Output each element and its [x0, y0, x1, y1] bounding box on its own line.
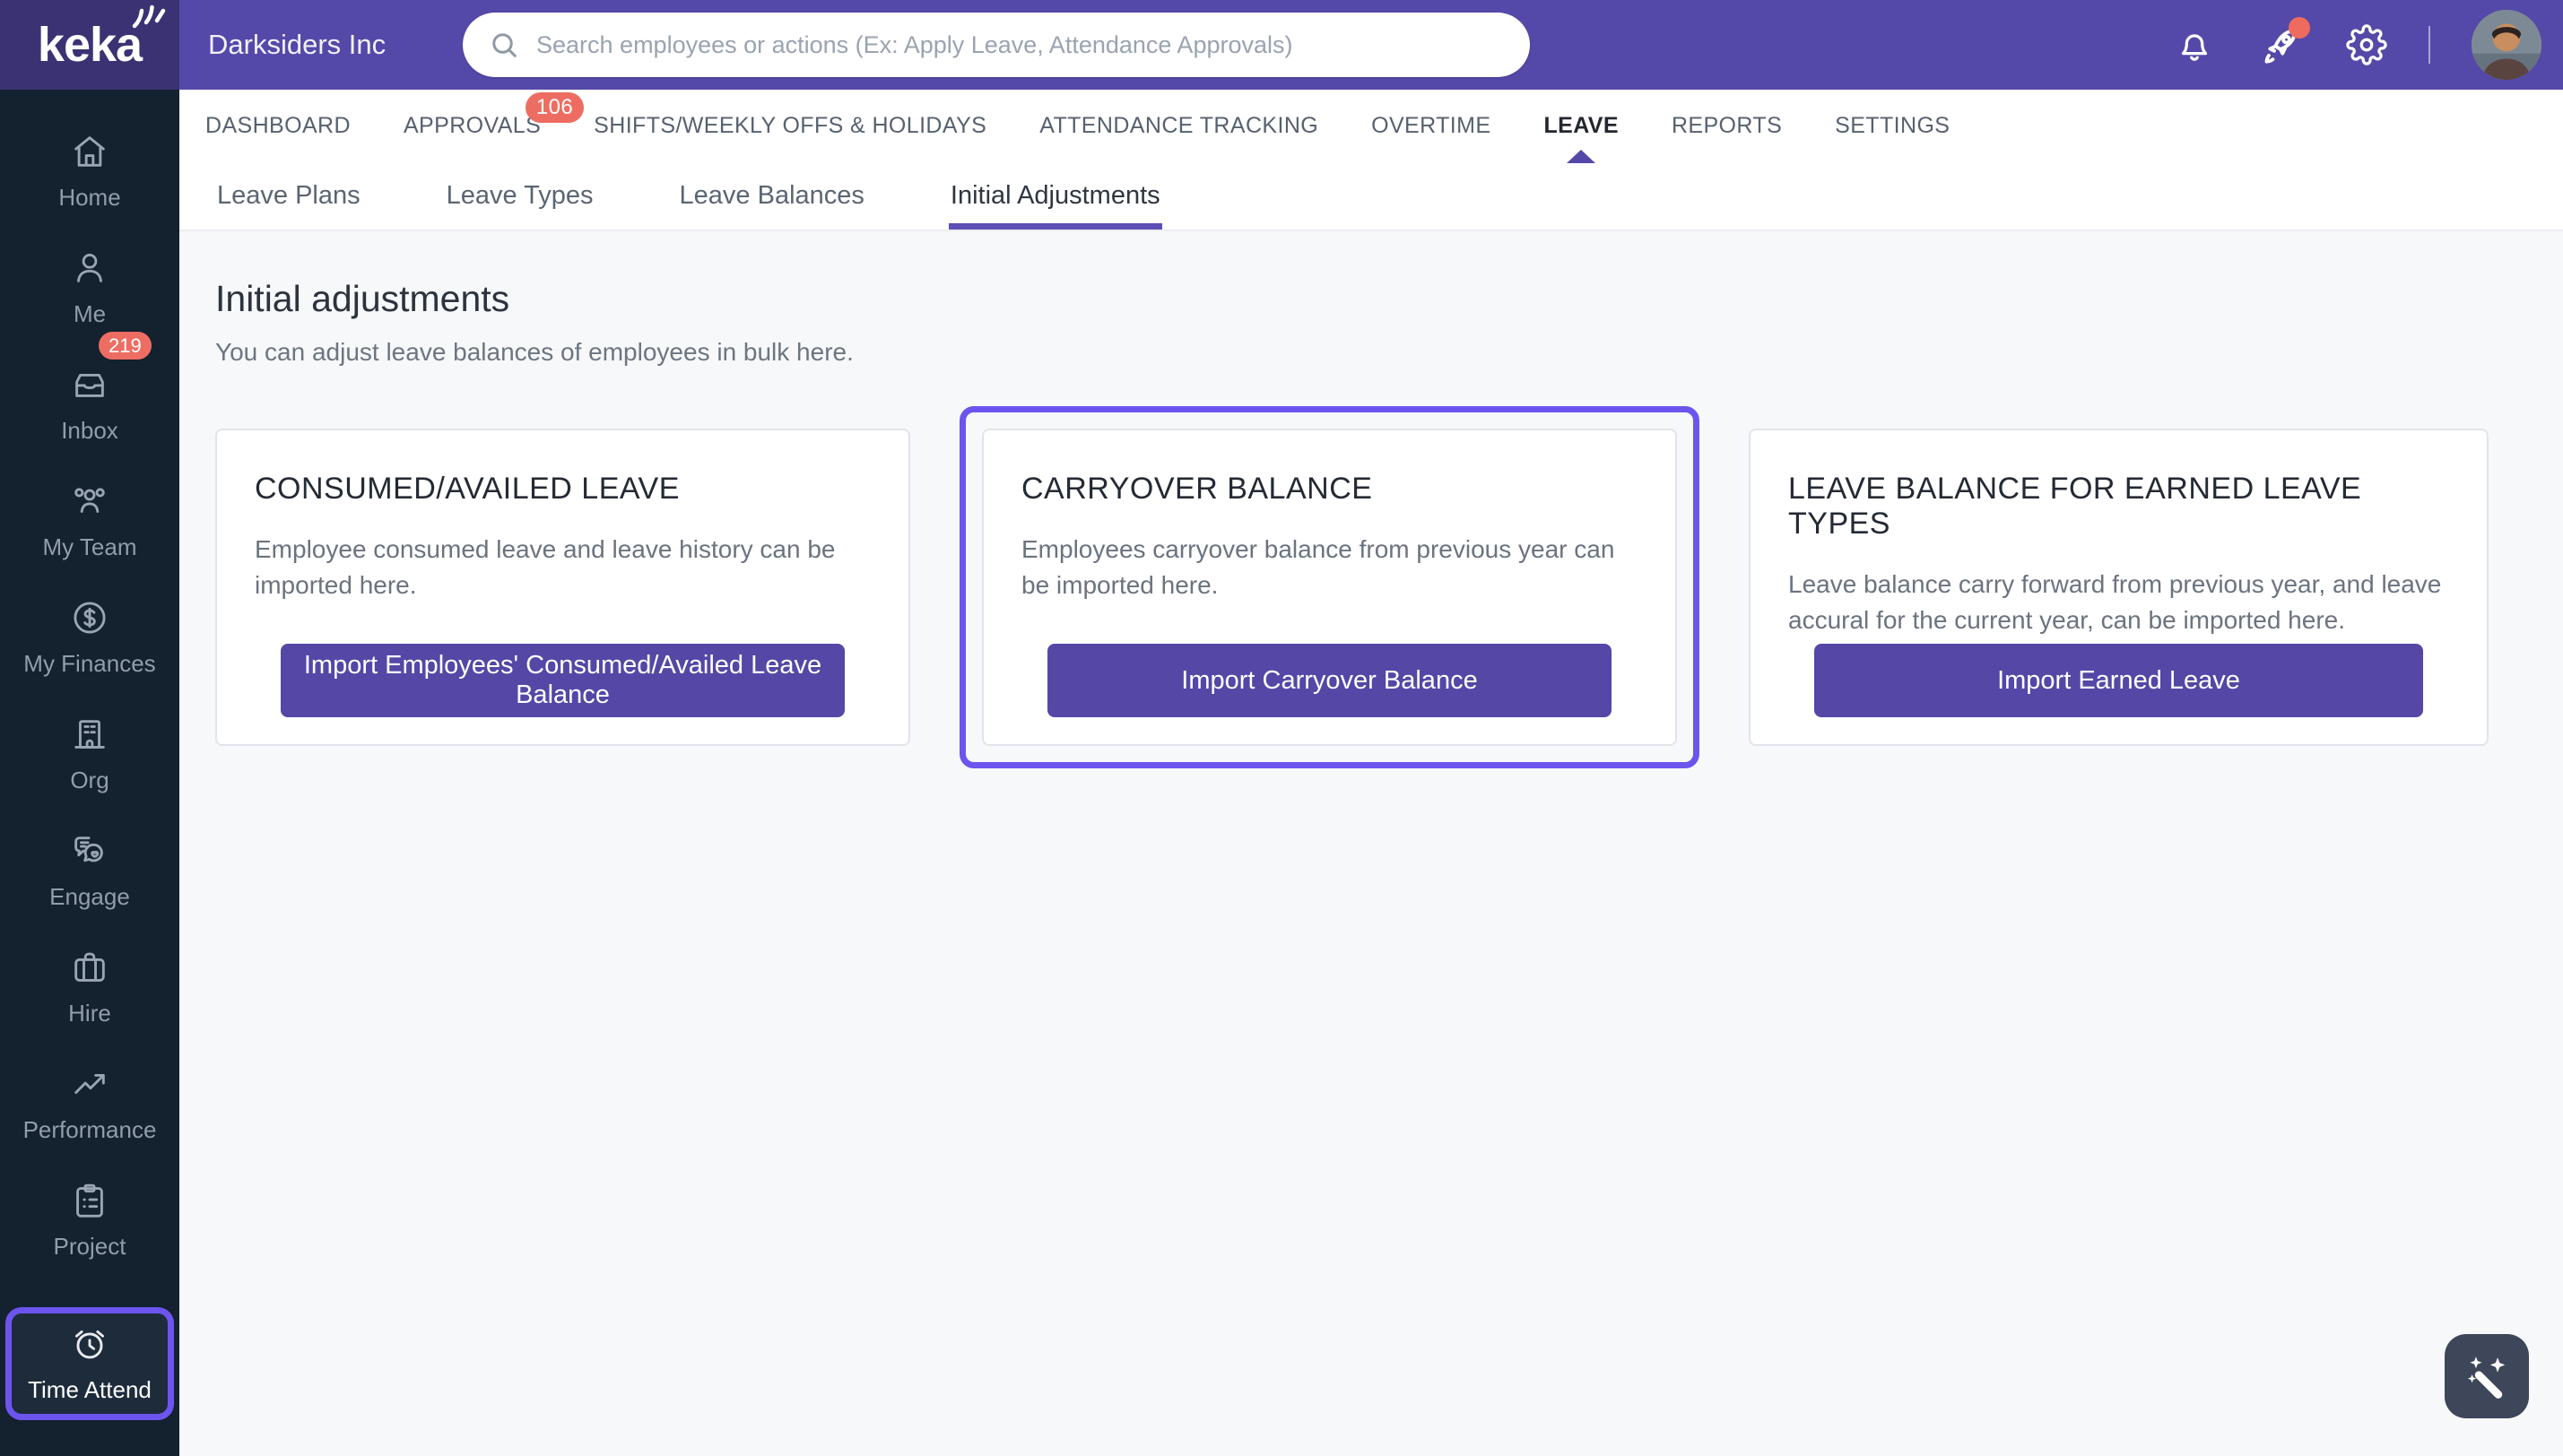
sidebar-item-engage[interactable]: Engage — [0, 812, 179, 929]
nav-tab-reports[interactable]: REPORTS — [1672, 112, 1782, 139]
sidebar-item-my-team[interactable]: My Team — [0, 463, 179, 579]
card-title: CONSUMED/AVAILED LEAVE — [255, 472, 871, 507]
subtab-leave-types[interactable]: Leave Types — [447, 161, 594, 230]
search-icon — [488, 29, 520, 61]
sidebar-item-label: My Team — [43, 533, 137, 561]
sidebar-item-org[interactable]: Org — [0, 696, 179, 812]
card-consumed-availed-leave: CONSUMED/AVAILED LEAVE Employee consumed… — [215, 429, 910, 746]
sidebar-item-label: Inbox — [61, 417, 118, 445]
card-description: Employee consumed leave and leave histor… — [255, 532, 871, 603]
home-icon — [69, 131, 110, 172]
sidebar-item-me[interactable]: Me — [0, 230, 179, 346]
sidebar-item-label: Engage — [49, 883, 130, 911]
magic-wand-icon — [2461, 1350, 2513, 1402]
team-icon — [69, 481, 110, 522]
whats-new-rocket-icon[interactable] — [2256, 21, 2305, 69]
subtab-leave-plans[interactable]: Leave Plans — [217, 161, 361, 230]
assistant-wand-button[interactable] — [2445, 1334, 2529, 1418]
sidebar-item-label: Project — [54, 1233, 126, 1261]
notifications-bell-icon[interactable] — [2174, 24, 2215, 65]
briefcase-icon — [69, 947, 110, 988]
company-name: Darksiders Inc — [208, 0, 386, 90]
card-title: LEAVE BALANCE FOR EARNED LEAVE TYPES — [1788, 472, 2449, 542]
approvals-badge: 106 — [526, 92, 584, 123]
user-icon — [69, 247, 110, 289]
sidebar-item-my-finances[interactable]: My Finances — [0, 579, 179, 696]
keka-logo-text: keka — [38, 21, 142, 69]
page-subtitle: You can adjust leave balances of employe… — [215, 338, 2527, 367]
nav-tab-leave[interactable]: LEAVE — [1543, 112, 1619, 139]
topbar-divider — [2428, 26, 2430, 64]
chat-bubbles-icon — [69, 830, 110, 871]
import-earned-leave-button[interactable]: Import Earned Leave — [1814, 644, 2423, 717]
card-earned-leave-balance: LEAVE BALANCE FOR EARNED LEAVE TYPES Lea… — [1749, 429, 2489, 746]
card-description: Employees carryover balance from previou… — [1021, 532, 1638, 603]
nav-tab-label: APPROVALS — [404, 113, 541, 138]
time-attend-active-highlight: Time Attend — [5, 1307, 174, 1420]
dollar-circle-icon — [69, 597, 110, 638]
sidebar-item-time-attend[interactable]: Time Attend — [12, 1313, 168, 1414]
inbox-badge: 219 — [99, 332, 152, 360]
sidebar-item-label: Performance — [23, 1116, 157, 1144]
import-carryover-balance-button[interactable]: Import Carryover Balance — [1047, 644, 1612, 717]
settings-gear-icon[interactable] — [2346, 24, 2387, 65]
card-carryover-balance: CARRYOVER BALANCE Employees carryover ba… — [982, 429, 1677, 746]
import-consumed-availed-button[interactable]: Import Employees' Consumed/Availed Leave… — [281, 644, 845, 717]
sidebar-item-hire[interactable]: Hire — [0, 929, 179, 1045]
trending-up-icon — [69, 1063, 110, 1105]
sidebar-item-label: Home — [58, 184, 120, 212]
sidebar-item-label: Hire — [68, 1000, 111, 1027]
building-icon — [69, 714, 110, 755]
clipboard-icon — [69, 1180, 110, 1221]
sidebar-item-project[interactable]: Project — [0, 1162, 179, 1278]
sidebar-item-label: My Finances — [23, 650, 155, 678]
global-search[interactable] — [463, 13, 1530, 77]
nav-tab-overtime[interactable]: OVERTIME — [1371, 112, 1490, 139]
search-input[interactable] — [536, 31, 1505, 59]
page-title: Initial adjustments — [215, 278, 2527, 320]
carryover-card-highlight: CARRYOVER BALANCE Employees carryover ba… — [960, 406, 1699, 768]
import-cards-row: CONSUMED/AVAILED LEAVE Employee consumed… — [215, 406, 2527, 768]
topbar: keka Darksiders Inc — [0, 0, 2563, 90]
inbox-icon — [69, 364, 110, 405]
card-description: Leave balance carry forward from previou… — [1788, 567, 2449, 638]
nav-tab-label: LEAVE — [1543, 113, 1619, 138]
user-avatar[interactable] — [2472, 10, 2541, 80]
subtab-leave-balances[interactable]: Leave Balances — [680, 161, 864, 230]
nav-tab-shifts[interactable]: SHIFTS/WEEKLY OFFS & HOLIDAYS — [594, 112, 986, 139]
sidebar-item-label: Me — [74, 300, 106, 328]
logo-spark-icon — [129, 0, 169, 30]
module-nav: DASHBOARD APPROVALS 106 SHIFTS/WEEKLY OF… — [179, 90, 2563, 161]
content-area: Initial adjustments You can adjust leave… — [179, 231, 2563, 768]
card-title: CARRYOVER BALANCE — [1021, 472, 1638, 507]
sidebar-item-inbox[interactable]: 219 Inbox — [0, 346, 179, 463]
sidebar-item-home[interactable]: Home — [0, 113, 179, 230]
main-area: DASHBOARD APPROVALS 106 SHIFTS/WEEKLY OF… — [179, 90, 2563, 1456]
nav-tab-dashboard[interactable]: DASHBOARD — [205, 112, 351, 139]
nav-tab-settings[interactable]: SETTINGS — [1835, 112, 1950, 139]
active-tab-indicator — [1567, 150, 1595, 163]
sidebar: Home Me 219 Inbox My Team My Finances Or… — [0, 90, 179, 1456]
sidebar-item-label: Time Attend — [28, 1376, 152, 1404]
subtab-initial-adjustments[interactable]: Initial Adjustments — [951, 161, 1160, 230]
keka-logo[interactable]: keka — [0, 0, 179, 90]
alarm-clock-icon — [69, 1323, 110, 1365]
leave-subnav: Leave Plans Leave Types Leave Balances I… — [179, 161, 2563, 231]
sidebar-item-performance[interactable]: Performance — [0, 1045, 179, 1162]
notification-dot — [2289, 17, 2310, 39]
nav-tab-approvals[interactable]: APPROVALS 106 — [404, 112, 541, 139]
sidebar-item-label: Org — [70, 767, 109, 794]
nav-tab-attendance-tracking[interactable]: ATTENDANCE TRACKING — [1039, 112, 1318, 139]
